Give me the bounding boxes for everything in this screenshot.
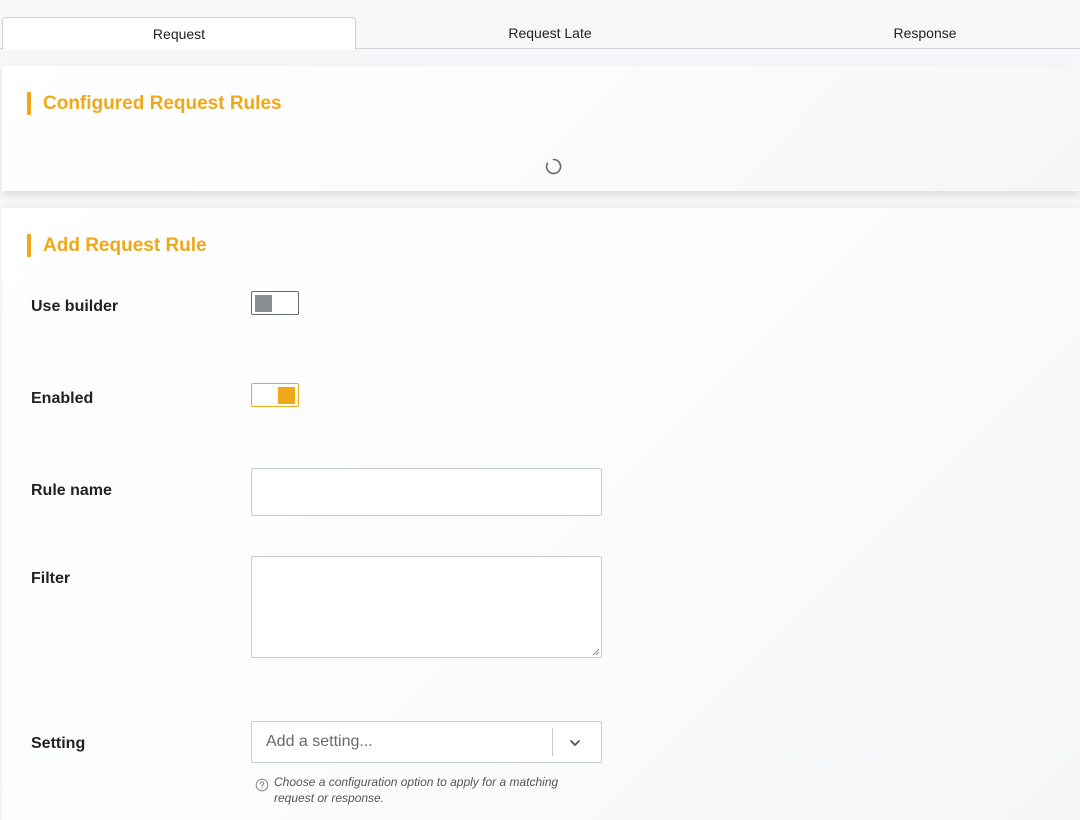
tab-request-late[interactable]: Request Late [365, 17, 735, 49]
use-builder-label: Use builder [31, 298, 119, 315]
add-rule-panel: Add Request Rule Use builder Enabled Rul… [2, 208, 1080, 820]
rule-name-input[interactable] [251, 468, 602, 516]
tab-request[interactable]: Request [2, 17, 356, 50]
tab-bar: Request Request Late Response [0, 0, 1080, 50]
setting-help: Choose a configuration option to apply f… [255, 774, 595, 806]
add-rule-heading: Add Request Rule [27, 234, 207, 257]
rule-name-label: Rule name [31, 482, 112, 499]
setting-label: Setting [31, 735, 86, 752]
setting-placeholder: Add a setting... [266, 733, 373, 750]
setting-select[interactable]: Add a setting... [251, 721, 602, 763]
use-builder-toggle[interactable] [251, 291, 299, 315]
select-divider [552, 728, 553, 756]
configured-rules-title: Configured Request Rules [43, 92, 282, 114]
setting-help-text: Choose a configuration option to apply f… [274, 775, 559, 805]
filter-label: Filter [31, 570, 71, 587]
toggle-knob [278, 387, 295, 404]
spinner-icon [545, 158, 562, 175]
filter-textarea[interactable] [251, 556, 602, 658]
tab-request-label: Request [152, 26, 206, 42]
enabled-toggle[interactable] [251, 383, 299, 407]
resize-grip-icon[interactable] [592, 648, 600, 656]
configured-rules-panel: Configured Request Rules [2, 66, 1080, 191]
toggle-knob [255, 295, 272, 312]
tab-response[interactable]: Response [770, 17, 1080, 49]
add-rule-title: Add Request Rule [43, 234, 207, 256]
chevron-down-icon[interactable] [568, 736, 582, 750]
configured-rules-heading: Configured Request Rules [27, 92, 282, 115]
heading-accent-bar [27, 234, 31, 257]
help-icon [255, 778, 269, 792]
tab-response-label: Response [893, 25, 957, 41]
tab-request-late-label: Request Late [508, 25, 592, 41]
enabled-label: Enabled [31, 390, 94, 407]
heading-accent-bar [27, 92, 31, 115]
